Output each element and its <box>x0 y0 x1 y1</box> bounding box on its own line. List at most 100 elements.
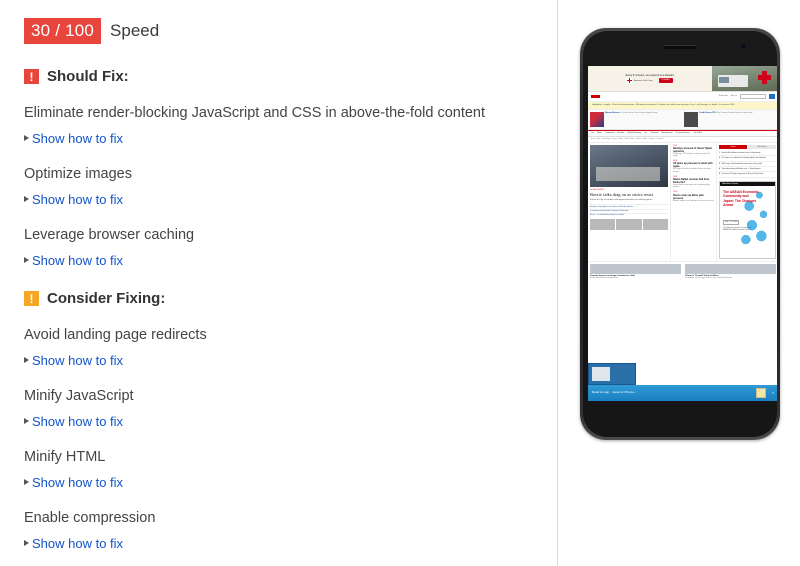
show-how-to-fix-link[interactable]: Show how to fix <box>24 353 123 368</box>
site-account-actions: Subscribe Sign In <box>719 94 775 99</box>
rule-item: Optimize images Show how to fix <box>24 164 537 207</box>
truck-icon <box>718 75 748 87</box>
results-panel: 30 / 100 Speed ! Should Fix: Eliminate r… <box>0 0 557 566</box>
close-icon[interactable]: × <box>772 391 774 396</box>
rule-item: Avoid landing page redirects Show how to… <box>24 325 537 368</box>
nav-item[interactable]: Markets <box>618 132 625 134</box>
ad-brand: Nikkei Asian Review <box>722 182 739 185</box>
earpiece-icon <box>663 45 697 49</box>
main-navigation[interactable]: List Home Companies Markets Global Econo… <box>588 129 777 138</box>
news-summary: Moody's weighs in on reporting on rescue… <box>673 199 714 202</box>
rule-item: Minify JavaScript Show how to fix <box>24 386 537 429</box>
story-kicker: UK Elect WORLD <box>590 188 605 191</box>
exclamation-icon: ! <box>24 69 39 84</box>
rank-title: GBP snap could trouble Eurozone peers fo… <box>721 162 763 165</box>
promo-text: Credit Suisse IPO Why Christian Sandoval… <box>699 112 776 127</box>
lead-subheadline: Future of City of London and migrant ben… <box>590 199 653 202</box>
site-logo <box>591 95 600 98</box>
subscribe-link[interactable]: Subscribe <box>719 95 728 98</box>
news-item[interactable]: 20:31 Shaun Rafael receives bail from De… <box>673 176 714 189</box>
rank-title: Time taking financial Britain cuts — Bre… <box>721 167 761 170</box>
ad-copy: Every 8 minutes, we respond to a disaste… <box>588 66 712 91</box>
promo-text: Nissan Defense The Leaf and the Juke in … <box>605 112 682 127</box>
signin-link[interactable]: Sign In <box>731 95 737 98</box>
rank-title: Brexit talks stalling as leaders warn of… <box>721 151 761 154</box>
speed-score-row: 30 / 100 Speed <box>24 18 537 44</box>
show-how-to-fix-link[interactable]: Show how to fix <box>24 253 123 268</box>
news-list-column: 21:14 Barclays accused of 'about' Qatari… <box>670 142 716 261</box>
lead-story-photo <box>590 144 668 187</box>
rank-title: UK shops see sell-back for Sunday figure… <box>721 157 766 160</box>
red-cross-large-icon <box>758 71 771 84</box>
nav-item[interactable]: Companies <box>605 132 615 134</box>
nav-item[interactable]: Comment <box>650 132 658 134</box>
nav-item[interactable]: Lex <box>644 132 647 134</box>
nav-item[interactable]: List <box>591 132 594 134</box>
red-cross-ad-banner[interactable]: Every 8 minutes, we respond to a disaste… <box>588 66 777 92</box>
ad-date: Dec. 17, 2015 <box>723 219 740 226</box>
nav-item[interactable]: Home <box>597 132 602 134</box>
thumbnail[interactable] <box>590 219 616 231</box>
lead-headline[interactable]: Brexit: talks drag on as critics resist <box>590 192 668 198</box>
promo-item[interactable]: Credit Suisse IPO Why Christian Sandoval… <box>684 111 776 127</box>
app-icon <box>755 388 766 398</box>
show-how-to-fix-link[interactable]: Show how to fix <box>24 131 123 146</box>
rule-name: Avoid landing page redirects <box>24 327 207 343</box>
tab-most-read[interactable]: Most Read <box>748 144 776 149</box>
link-label: Show how to fix <box>32 352 124 368</box>
rule-name: Optimize images <box>24 166 132 182</box>
bottom-stories: Country bosses no longer Londoners' shif… <box>588 260 777 282</box>
main-story-column: UK Elect WORLD Brexit: talks drag on as … <box>588 143 670 261</box>
app-install-banner[interactable]: Read on app · made for iPhone › × <box>588 385 777 401</box>
news-summary: Continuing a 2017 plunge comparison amid… <box>673 152 711 157</box>
triangle-right-icon <box>24 479 29 485</box>
search-icon[interactable] <box>769 94 775 99</box>
story-summary: Rental period bosses bought to sell <box>590 277 619 280</box>
news-item[interactable]: 20:58 US plans up pressure in clash with… <box>673 160 714 173</box>
front-camera-icon <box>740 43 747 50</box>
thumbnail[interactable] <box>642 219 668 231</box>
rank-number: 4 <box>719 167 720 170</box>
rule-item: Eliminate render-blocking JavaScript and… <box>24 103 537 146</box>
nav-item[interactable]: Life & Arts <box>693 132 702 134</box>
ad-row: American Red Cross DONATE <box>627 78 673 84</box>
bottom-story[interactable]: Clinton's 'firewall' feels the Bern Cand… <box>683 262 777 282</box>
show-how-to-fix-link[interactable]: Show how to fix <box>24 536 123 551</box>
site-header-bar: Subscribe Sign In <box>588 92 777 102</box>
nav-item[interactable]: Global Economy <box>627 132 641 134</box>
story-thumbnail <box>590 263 681 274</box>
promo-thumbnail <box>590 111 604 127</box>
section-title: Should Fix: <box>47 68 129 85</box>
show-how-to-fix-link[interactable]: Show how to fix <box>24 475 123 490</box>
exclamation-icon: ! <box>24 291 39 306</box>
related-link[interactable]: Brexit — an existential problem for Lond… <box>590 212 668 217</box>
nav-item[interactable]: Management <box>661 132 672 134</box>
site-branding[interactable] <box>591 95 600 98</box>
promo-thumbnail <box>684 111 698 127</box>
story-summary: Candidates use no longer safe on 'safe' … <box>685 277 732 280</box>
thumbnail[interactable] <box>616 219 642 231</box>
triangle-right-icon <box>24 418 29 424</box>
show-how-to-fix-link[interactable]: Show how to fix <box>24 192 123 207</box>
section-header-consider-fixing: ! Consider Fixing: <box>24 290 537 307</box>
highlights-ticker: Highlights • Insight • Clash of banking … <box>588 102 777 110</box>
phone-body: Every 8 minutes, we respond to a disaste… <box>583 31 777 437</box>
ranked-item[interactable]: 5 Deutsche FX trades approved to Dresse … <box>719 172 776 178</box>
section-title: Consider Fixing: <box>47 290 166 307</box>
promo-item[interactable]: Nissan Defense The Leaf and the Juke in … <box>590 111 682 127</box>
nav-item[interactable]: Personal Finance <box>676 132 691 134</box>
bottom-story[interactable]: Country bosses no longer Londoners' shif… <box>588 262 683 282</box>
rank-title: Deutsche FX trades approved to Dresse Re… <box>721 173 764 176</box>
phone-screen: Every 8 minutes, we respond to a disaste… <box>588 66 777 401</box>
triangle-right-icon <box>24 135 29 141</box>
tab-latest[interactable]: Latest <box>719 144 747 149</box>
donate-button[interactable]: DONATE <box>658 78 673 83</box>
search-input[interactable] <box>740 94 766 99</box>
asean-ad[interactable]: Nikkei Asian Review The ASEAN Economic C… <box>719 180 776 259</box>
news-item[interactable]: 19:45 Puerto steps up Metro plan pressur… <box>673 191 714 201</box>
rule-name: Leverage browser caching <box>24 227 195 243</box>
news-item[interactable]: 21:14 Barclays accused of 'about' Qatari… <box>673 145 714 158</box>
video-overlay[interactable] <box>588 363 636 385</box>
link-label: Show how to fix <box>32 191 124 207</box>
show-how-to-fix-link[interactable]: Show how to fix <box>24 414 123 429</box>
